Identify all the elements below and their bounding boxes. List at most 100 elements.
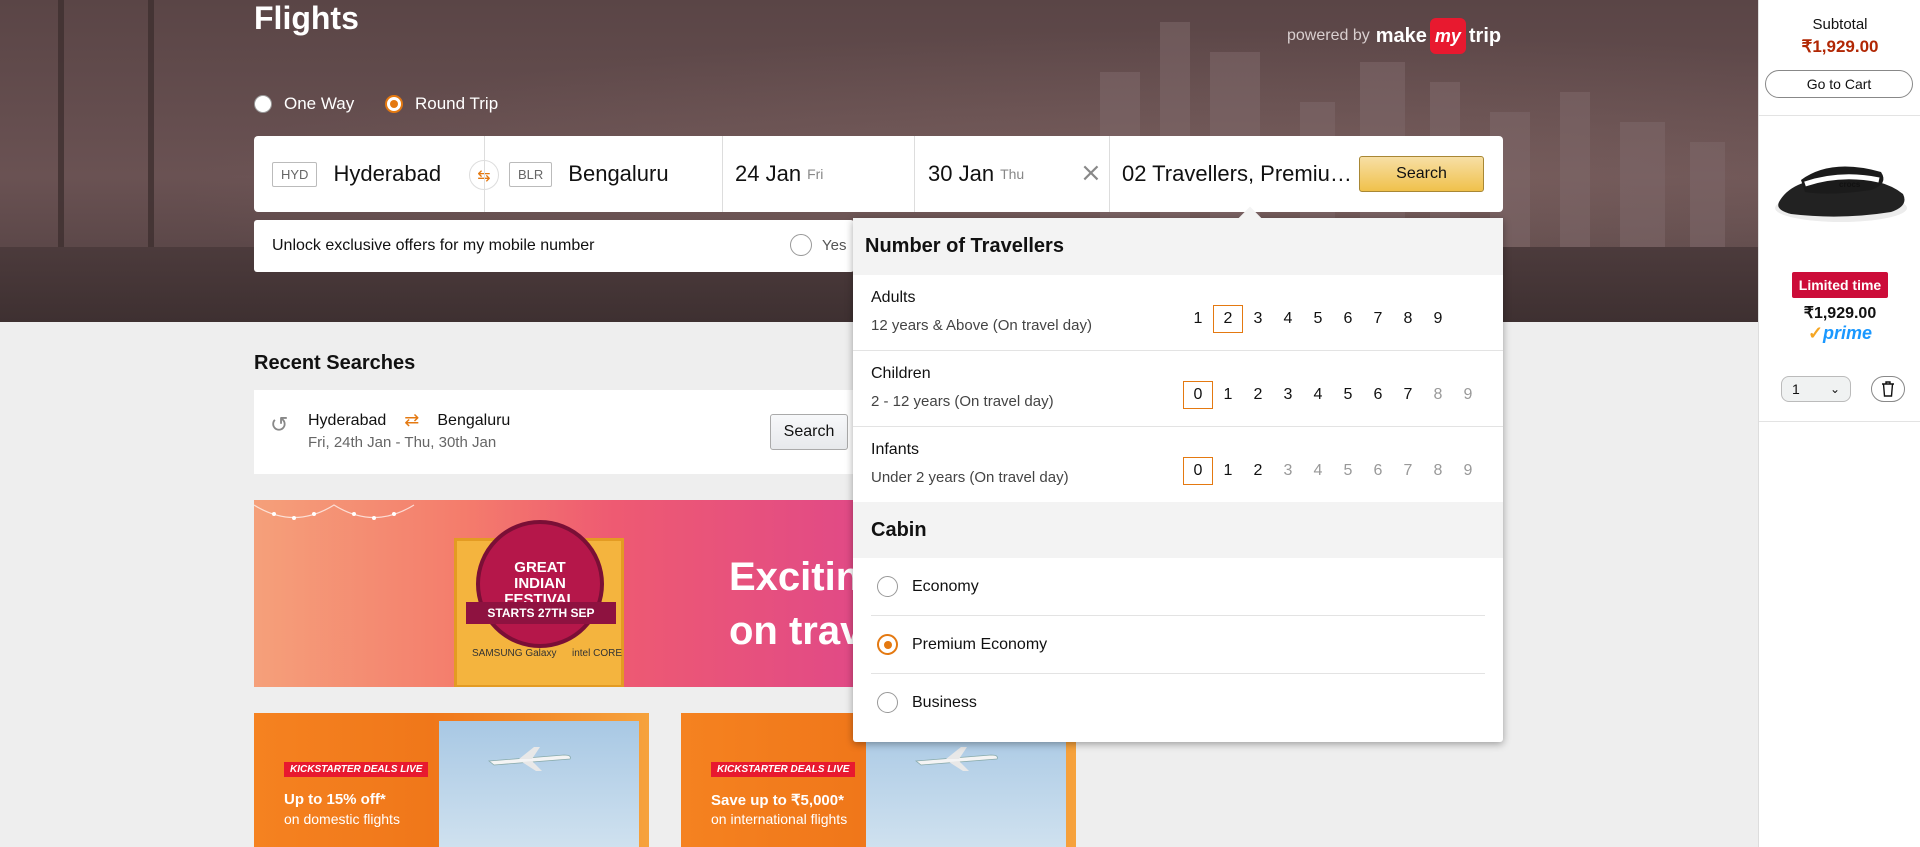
domestic-deal-card[interactable]: KICKSTARTER DEALS LIVE Up to 15% off* on… [254, 713, 649, 847]
cabin-option-economy[interactable]: Economy [871, 558, 1485, 616]
banner-headline: Excitin on trav [729, 550, 854, 658]
count-option[interactable]: 6 [1363, 381, 1393, 409]
premium-economy-radio-icon[interactable] [877, 634, 898, 655]
return-date-field[interactable]: 30 Jan Thu [928, 136, 1024, 212]
return-date[interactable]: 30 Jan [928, 161, 994, 187]
cart-sidebar: Subtotal ₹1,929.00 Go to Cart crocs Limi… [1758, 0, 1920, 847]
count-option[interactable]: 4 [1303, 381, 1333, 409]
count-option: 9 [1463, 386, 1473, 403]
to-field[interactable]: BLR Bengaluru [509, 136, 669, 212]
cabin-option-label[interactable]: Economy [912, 578, 979, 596]
product-brand: crocs [1839, 180, 1861, 189]
unlock-yes-radio-icon[interactable] [790, 234, 812, 256]
count-option[interactable]: 2 [1243, 381, 1273, 409]
from-city[interactable]: Hyderabad [333, 161, 441, 187]
travellers-summary[interactable]: 02 Travellers, Premiu… [1122, 161, 1352, 187]
count-option[interactable]: 1 [1183, 305, 1213, 333]
children-sublabel: 2 - 12 years (On travel day) [871, 393, 1054, 410]
from-field[interactable]: HYD Hyderabad [272, 136, 441, 212]
economy-radio-icon[interactable] [877, 576, 898, 597]
round-trip-radio-icon[interactable] [385, 95, 403, 113]
unlock-yes-option[interactable]: Yes [790, 234, 846, 256]
children-row: Children 2 - 12 years (On travel day) 01… [853, 351, 1503, 427]
go-to-cart-button[interactable]: Go to Cart [1765, 70, 1913, 98]
count-option[interactable]: 6 [1333, 305, 1363, 333]
deal-subtext: on international flights [711, 811, 848, 827]
brand-trip: trip [1468, 24, 1502, 47]
cabin-option-label[interactable]: Premium Economy [912, 636, 1047, 654]
recent-from: Hyderabad [308, 411, 387, 429]
history-icon: ↺ [270, 412, 289, 437]
count-option[interactable]: 0 [1183, 381, 1213, 409]
adults-sublabel: 12 years & Above (On travel day) [871, 317, 1092, 334]
festival-line-1: GREAT [514, 559, 566, 576]
cabin-option-premium-economy[interactable]: Premium Economy [871, 616, 1485, 674]
divider [722, 136, 723, 212]
unlock-offers-text: Unlock exclusive offers for my mobile nu… [272, 237, 595, 254]
clear-return-icon[interactable]: × [1080, 158, 1102, 188]
divider [1109, 136, 1110, 212]
count-option[interactable]: 2 [1213, 305, 1243, 333]
search-button[interactable]: Search [1359, 156, 1484, 192]
skyline-building [1690, 142, 1725, 252]
count-option: 7 [1403, 462, 1413, 479]
count-option[interactable]: 0 [1183, 457, 1213, 485]
infants-row: Infants Under 2 years (On travel day) 01… [853, 427, 1503, 502]
depart-date-field[interactable]: 24 Jan Fri [735, 136, 823, 212]
deal-tag: KICKSTARTER DEALS LIVE [284, 762, 429, 777]
powered-by: powered by make my trip [1287, 18, 1501, 54]
divider [484, 136, 485, 212]
count-option: 5 [1343, 462, 1353, 479]
cabin-option-business[interactable]: Business [871, 674, 1485, 731]
one-way-radio-icon[interactable] [254, 95, 272, 113]
to-city[interactable]: Bengaluru [568, 161, 668, 187]
count-option[interactable]: 7 [1393, 381, 1423, 409]
makemytrip-logo: make my trip [1376, 18, 1501, 54]
children-label: Children [871, 365, 931, 382]
festival-banner[interactable]: GREAT INDIAN FESTIVAL STARTS 27TH SEP SA… [254, 500, 854, 687]
recent-search-card[interactable]: ↺ Hyderabad ⇄ Bengaluru Fri, 24th Jan - … [254, 390, 854, 474]
count-option[interactable]: 3 [1273, 381, 1303, 409]
count-option[interactable]: 4 [1273, 305, 1303, 333]
count-option: 8 [1433, 386, 1443, 403]
divider [1759, 421, 1920, 422]
count-option[interactable]: 3 [1243, 305, 1273, 333]
children-count-selector: 012345678 9 [1183, 381, 1483, 409]
unlock-yes-label[interactable]: Yes [822, 237, 846, 254]
adults-count-selector: 123456789 [1183, 305, 1453, 333]
count-option[interactable]: 8 [1393, 305, 1423, 333]
sky-image [439, 721, 639, 847]
prime-label: prime [1823, 323, 1873, 343]
count-option[interactable]: 7 [1363, 305, 1393, 333]
prime-badge: ✓prime [1759, 323, 1920, 344]
quantity-select[interactable]: 1 ⌄ [1781, 376, 1851, 402]
one-way-option[interactable]: One Way [254, 94, 354, 114]
return-day: Thu [1000, 166, 1025, 182]
count-option[interactable]: 2 [1243, 457, 1273, 485]
product-image[interactable]: crocs [1771, 150, 1911, 230]
flight-search-bar: HYD Hyderabad ⇆ BLR Bengaluru 24 Jan Fri… [254, 136, 1503, 212]
round-trip-label[interactable]: Round Trip [415, 94, 498, 114]
count-option[interactable]: 1 [1213, 381, 1243, 409]
cabin-option-label[interactable]: Business [912, 694, 977, 712]
business-radio-icon[interactable] [877, 692, 898, 713]
festival-sponsors: SAMSUNG Galaxy intel CORE [472, 648, 622, 659]
count-option[interactable]: 5 [1333, 381, 1363, 409]
count-option[interactable]: 1 [1213, 457, 1243, 485]
brand-make: make [1375, 24, 1427, 47]
recent-search-button[interactable]: Search [770, 414, 848, 450]
page-title: Flights [254, 0, 359, 36]
unlock-offers-bar: Unlock exclusive offers for my mobile nu… [254, 220, 854, 272]
festival-line-2: INDIAN [514, 575, 566, 592]
count-option[interactable]: 5 [1303, 305, 1333, 333]
from-code: HYD [272, 161, 318, 187]
one-way-label[interactable]: One Way [284, 94, 354, 114]
cabin-title: Cabin [853, 502, 1503, 558]
round-trip-option[interactable]: Round Trip [385, 94, 498, 114]
depart-date[interactable]: 24 Jan [735, 161, 801, 187]
infants-sublabel: Under 2 years (On travel day) [871, 469, 1069, 486]
delete-item-button[interactable] [1871, 376, 1905, 402]
travellers-field[interactable]: 02 Travellers, Premiu… [1122, 136, 1352, 212]
count-option: 8 [1433, 462, 1443, 479]
count-option[interactable]: 9 [1423, 305, 1453, 333]
